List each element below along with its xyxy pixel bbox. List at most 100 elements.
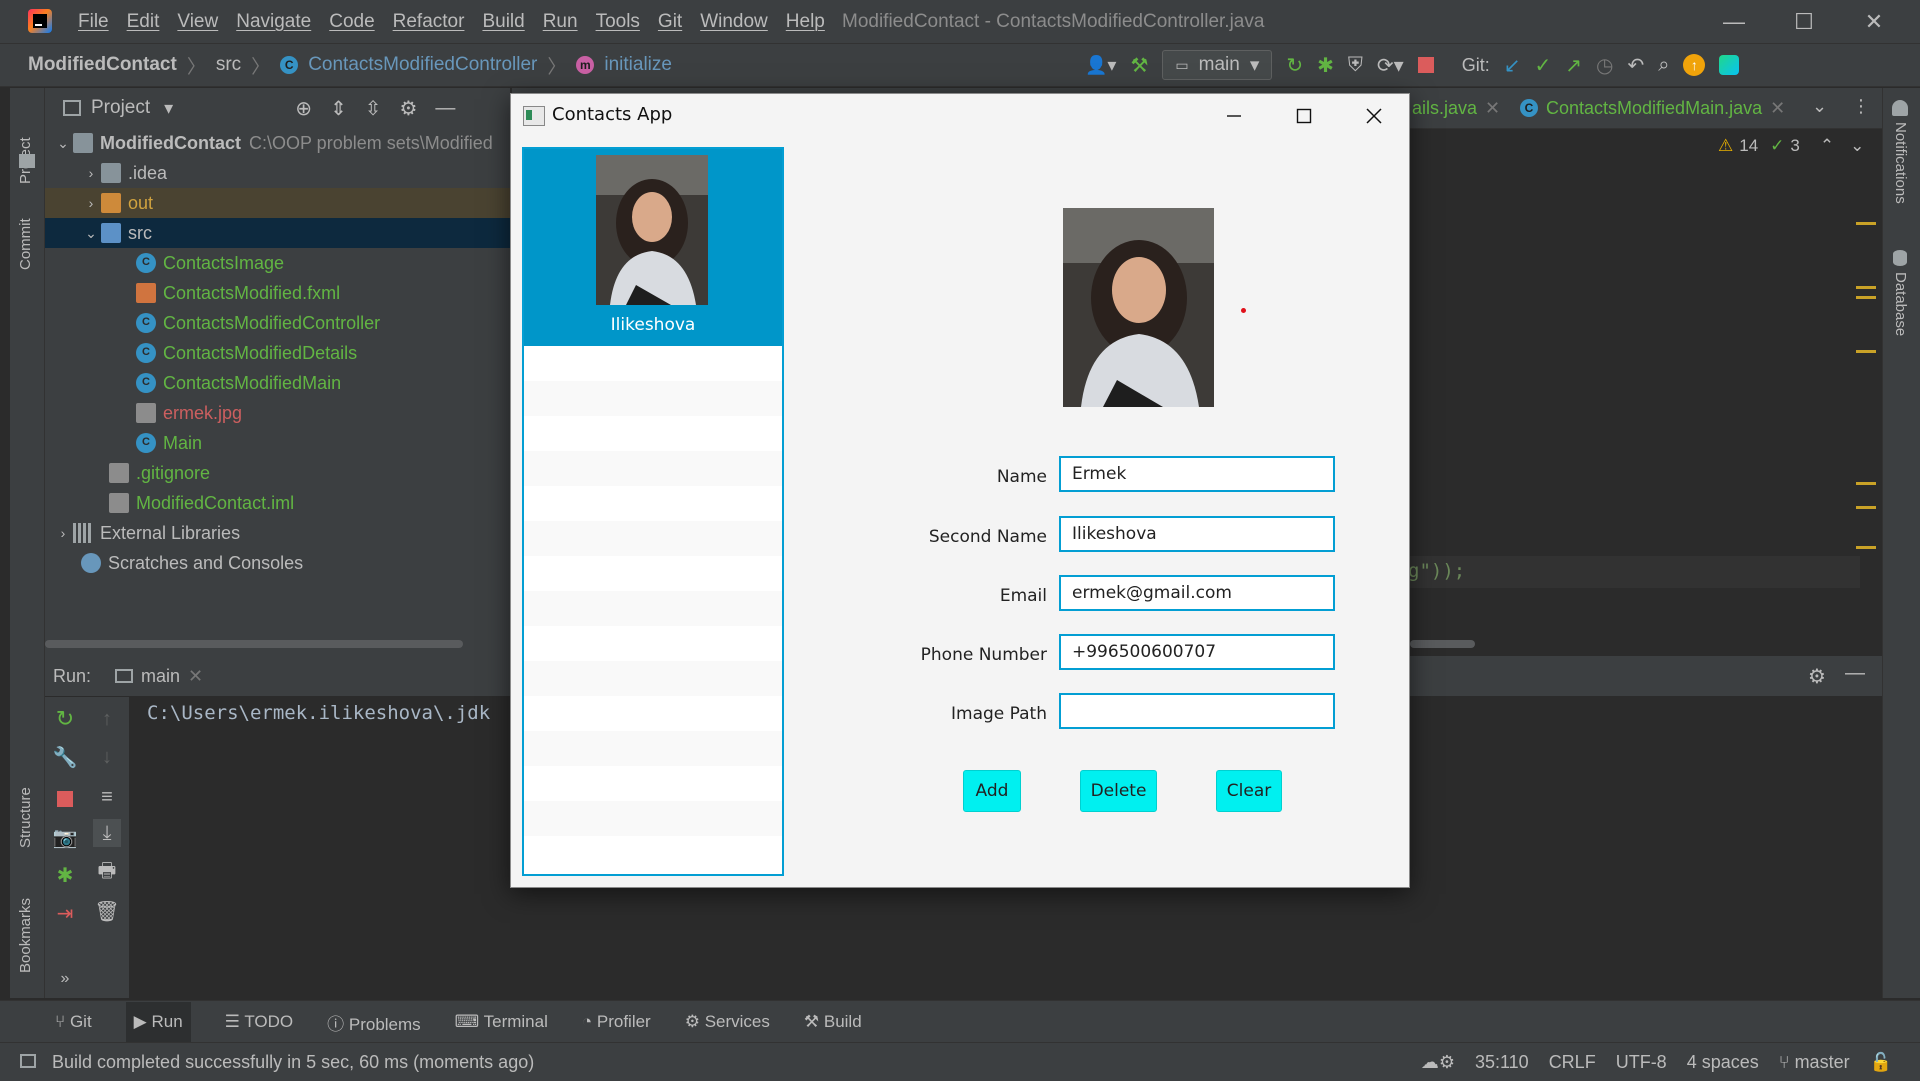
tree-item-iml[interactable]: ModifiedContact.iml [45, 488, 574, 518]
list-item[interactable] [524, 766, 782, 801]
close-icon[interactable]: ✕ [1485, 98, 1500, 119]
indent-setting[interactable]: 4 spaces [1687, 1052, 1759, 1073]
menu-build[interactable]: Build [482, 11, 524, 33]
app-minimize-button[interactable] [1219, 101, 1249, 131]
list-item[interactable]: Ilikeshova [524, 149, 782, 346]
gear-icon[interactable]: ⚙ [399, 96, 417, 121]
memory-indicator-icon[interactable]: ☁⚙ [1421, 1052, 1455, 1073]
git-rollback-icon[interactable]: ↶ [1627, 53, 1644, 78]
soft-wrap-icon[interactable]: ≡ [93, 783, 121, 811]
tool-tab-build[interactable]: ⚒ Build [804, 1012, 862, 1032]
git-history-icon[interactable]: ◷ [1596, 53, 1613, 78]
warning-marker[interactable] [1856, 546, 1876, 549]
stop-icon[interactable] [51, 785, 79, 813]
exit-icon[interactable]: ⇥ [51, 899, 79, 927]
trash-icon[interactable]: 🗑 [93, 897, 121, 925]
chevron-down-icon[interactable]: ▾ [164, 98, 173, 119]
gear-icon[interactable]: ⚙ [1808, 664, 1826, 689]
warning-marker[interactable] [1856, 482, 1876, 485]
locate-file-icon[interactable]: ⊕ [295, 96, 312, 121]
commit-tool-tab[interactable]: Commit [17, 200, 34, 270]
list-item[interactable] [524, 486, 782, 521]
tree-item-src[interactable]: ⌄ src [45, 218, 546, 248]
debug-icon[interactable]: ✱ [51, 861, 79, 889]
more-icon[interactable]: » [51, 965, 79, 993]
list-item[interactable] [524, 381, 782, 416]
list-item[interactable] [524, 451, 782, 486]
git-commit-icon[interactable]: ✓ [1534, 53, 1551, 78]
user-icon[interactable]: 👤▾ [1085, 55, 1116, 76]
app-close-button[interactable] [1359, 101, 1389, 131]
warning-marker[interactable] [1856, 350, 1876, 353]
warning-marker[interactable] [1856, 222, 1876, 225]
menu-edit[interactable]: Edit [127, 11, 160, 33]
close-icon[interactable]: ✕ [188, 666, 203, 687]
tool-windows-icon[interactable] [20, 1054, 36, 1068]
ide-maximize-button[interactable]: ☐ [1790, 8, 1818, 36]
rerun-icon[interactable]: ↻ [1286, 53, 1303, 78]
list-item[interactable] [524, 731, 782, 766]
ide-minimize-button[interactable]: — [1720, 8, 1748, 36]
tool-tab-git[interactable]: ⑂ Git [55, 1012, 92, 1032]
tool-tab-services[interactable]: ⚙ Services [685, 1012, 770, 1032]
editor-horizontal-scrollbar[interactable] [1410, 640, 1475, 648]
menu-file[interactable]: File [78, 11, 109, 33]
list-item[interactable] [524, 346, 782, 381]
list-item[interactable] [524, 836, 782, 871]
menu-git[interactable]: Git [658, 11, 682, 33]
second-name-field[interactable] [1059, 516, 1335, 552]
list-item[interactable] [524, 416, 782, 451]
menu-help[interactable]: Help [786, 11, 825, 33]
chevron-down-icon[interactable]: ⌄ [1850, 136, 1864, 156]
chevron-down-icon[interactable]: ⌄ [1812, 96, 1827, 117]
chevron-right-icon[interactable]: › [53, 525, 73, 541]
scroll-to-end-icon[interactable]: ⤓ [93, 819, 121, 847]
collapse-all-icon[interactable]: ⇳ [365, 96, 382, 121]
coverage-icon[interactable]: ⛨ [1348, 54, 1363, 77]
delete-button[interactable]: Delete [1080, 770, 1157, 812]
rerun-icon[interactable]: ↻ [51, 705, 79, 733]
close-icon[interactable]: ✕ [1770, 98, 1785, 119]
project-horizontal-scrollbar[interactable] [45, 640, 463, 648]
tool-tab-run[interactable]: ▶ Run [125, 1002, 191, 1042]
list-item[interactable] [524, 521, 782, 556]
tree-item-scratches[interactable]: Scratches and Consoles [45, 548, 546, 578]
list-item[interactable] [524, 591, 782, 626]
contacts-list[interactable]: Ilikeshova [522, 147, 784, 876]
breadcrumb-project[interactable]: ModifiedContact [28, 54, 177, 76]
chevron-up-icon[interactable]: ⌃ [1820, 136, 1834, 156]
hide-panel-icon[interactable]: — [1845, 662, 1865, 685]
app-maximize-button[interactable] [1289, 101, 1319, 131]
clear-button[interactable]: Clear [1216, 770, 1282, 812]
warning-marker[interactable] [1856, 286, 1876, 289]
notifications-bell-icon[interactable] [1892, 100, 1908, 116]
arrow-up-icon[interactable]: ↑ [93, 705, 121, 733]
menu-tools[interactable]: Tools [596, 11, 640, 33]
tree-item-idea[interactable]: › .idea [45, 158, 546, 188]
camera-icon[interactable]: 📷 [51, 823, 79, 851]
breadcrumb-class[interactable]: ContactsModifiedController [308, 54, 537, 76]
print-icon[interactable]: 🖶 [93, 859, 121, 887]
debug-icon[interactable]: ✱ [1317, 53, 1334, 78]
list-item[interactable] [524, 801, 782, 836]
git-branch[interactable]: ⑂ master [1779, 1052, 1850, 1073]
tool-tab-todo[interactable]: ☰ TODO [225, 1012, 293, 1032]
add-button[interactable]: Add [963, 770, 1021, 812]
profile-icon[interactable]: ⟳▾ [1377, 53, 1404, 78]
image-path-field[interactable] [1059, 693, 1335, 729]
structure-tool-tab[interactable]: Structure [17, 758, 34, 848]
menu-window[interactable]: Window [700, 11, 768, 33]
run-configuration-select[interactable]: ▭ main ▾ [1162, 50, 1273, 80]
warning-marker[interactable] [1856, 506, 1876, 509]
status-message[interactable]: Build completed successfully in 5 sec, 6… [52, 1043, 534, 1081]
update-available-icon[interactable]: ↑ [1683, 54, 1706, 76]
project-panel-title[interactable]: Project [91, 97, 150, 119]
breadcrumb-method[interactable]: initialize [604, 54, 672, 76]
menu-view[interactable]: View [177, 11, 218, 33]
more-options-icon[interactable]: ⋮ [1852, 96, 1870, 117]
chevron-right-icon[interactable]: › [81, 195, 101, 211]
tree-item-out[interactable]: › out [45, 188, 546, 218]
list-item[interactable] [524, 556, 782, 591]
tree-item-project-root[interactable]: ⌄ ModifiedContact C:\OOP problem sets\Mo… [45, 128, 518, 158]
phone-field[interactable] [1059, 634, 1335, 670]
